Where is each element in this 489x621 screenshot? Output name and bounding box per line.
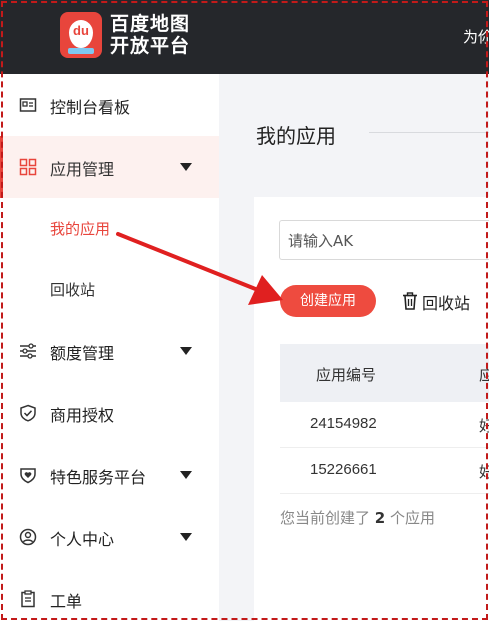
table-row[interactable]: 15226661 好	[280, 448, 489, 494]
summary-count: 2	[374, 509, 386, 527]
sidebar-item-tickets[interactable]: 工单	[0, 568, 219, 621]
chevron-down-icon[interactable]	[180, 471, 192, 479]
summary-prefix: 您当前创建了	[280, 509, 371, 527]
sidebar-item-commercial-license[interactable]: 商用授权	[0, 382, 219, 444]
app-id-cell: 24154982	[310, 415, 377, 432]
clipboard-icon	[21, 590, 35, 608]
page-title: 我的应用	[256, 124, 336, 148]
logo-badge-text: du	[73, 23, 89, 38]
sidebar-item-user-center[interactable]: 个人中心	[0, 506, 219, 568]
sidebar-item-dashboard[interactable]: 控制台看板	[0, 74, 219, 136]
title-divider	[369, 132, 489, 133]
recycle-bin-label: 回收站	[422, 294, 471, 313]
logo-line-2: 开放平台	[110, 35, 191, 57]
sidebar-item-app-management[interactable]: 应用管理	[0, 136, 219, 198]
sidebar: 控制台看板 应用管理 我的应用 回收站 额度管理 商用授权 特色服务平台 个人中…	[0, 74, 219, 621]
sidebar-subitem-label: 回收站	[50, 281, 96, 299]
app-name-cell: 好	[479, 463, 489, 481]
ak-search-field[interactable]	[279, 220, 489, 260]
active-indicator	[0, 136, 3, 198]
chevron-down-icon[interactable]	[180, 533, 192, 541]
sidebar-subitem-label: 我的应用	[50, 220, 111, 238]
app-name-cell: 好	[479, 417, 489, 435]
table-header: 应用编号 应	[280, 344, 489, 402]
sidebar-subitem-recycle-bin[interactable]: 回收站	[0, 259, 219, 319]
logo-line-1: 百度地图	[110, 13, 191, 35]
ak-search-input[interactable]	[288, 230, 478, 252]
sidebar-item-label: 个人中心	[50, 530, 115, 549]
sidebar-item-label: 特色服务平台	[50, 468, 147, 487]
top-header: du 百度地图 开放平台 为伱	[0, 0, 489, 74]
header-nav-link[interactable]: 为伱	[463, 26, 489, 47]
column-header-app-name: 应	[479, 366, 489, 384]
baidu-map-logo-icon[interactable]: du	[60, 12, 102, 58]
logo-text[interactable]: 百度地图 开放平台	[110, 13, 190, 57]
user-circle-icon	[19, 528, 37, 546]
dashboard-icon	[19, 98, 37, 112]
sidebar-item-label: 额度管理	[50, 344, 115, 363]
sidebar-item-label: 商用授权	[50, 406, 115, 425]
table-row[interactable]: 24154982 好	[280, 402, 489, 448]
grid-icon	[19, 158, 37, 176]
app-id-cell: 15226661	[310, 461, 377, 478]
heart-shield-icon	[20, 468, 36, 484]
apps-card: 创建应用 回收站 应用编号 应 24154982 好	[254, 197, 489, 621]
app-count-summary: 您当前创建了 2 个应用	[280, 507, 435, 528]
summary-suffix: 个应用	[390, 509, 436, 527]
shield-check-icon	[20, 404, 36, 422]
sidebar-subitem-my-apps[interactable]: 我的应用	[0, 198, 219, 258]
chevron-down-icon[interactable]	[180, 163, 192, 171]
sidebar-item-quota[interactable]: 额度管理	[0, 320, 219, 382]
column-header-app-id: 应用编号	[316, 366, 377, 384]
trash-icon	[403, 292, 417, 310]
page: du 百度地图 开放平台 为伱 控制台看板 应用管理 我的应用 回收站 额度管理…	[0, 0, 489, 621]
sidebar-item-featured-services[interactable]: 特色服务平台	[0, 444, 219, 506]
sidebar-item-label: 控制台看板	[50, 98, 131, 117]
main-content: 我的应用 创建应用 回收站 应用编号 应	[219, 74, 489, 621]
sidebar-item-label: 应用管理	[50, 160, 115, 179]
sliders-icon	[20, 343, 36, 359]
sidebar-item-label: 工单	[50, 592, 83, 611]
create-app-button[interactable]: 创建应用	[280, 285, 376, 317]
chevron-down-icon[interactable]	[180, 347, 192, 355]
